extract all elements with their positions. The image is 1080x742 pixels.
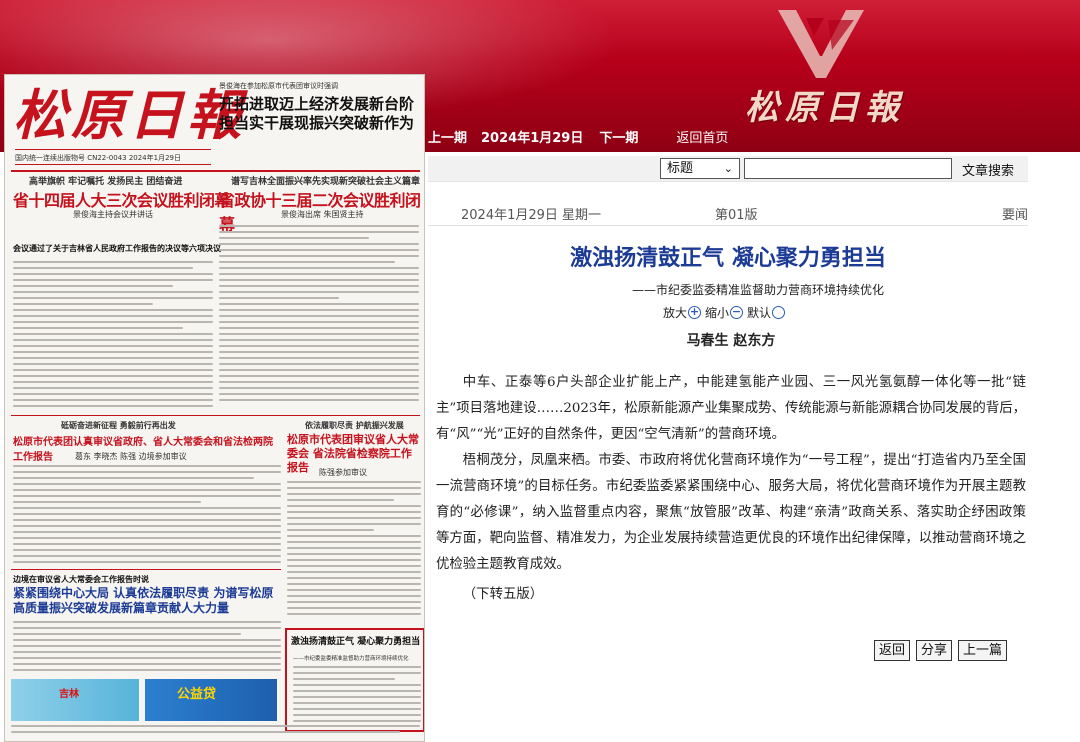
prev-article-button[interactable]: 上一篇 [958, 640, 1008, 661]
font-size-controls: 放大 + 缩小 − 默认 [663, 304, 786, 321]
paper-ad-1-text: 吉林 [59, 689, 79, 700]
search-input[interactable] [744, 158, 952, 179]
article-paragraph: 梧桐茂分，凤凰来栖。市委、市政府将优化营商环境作为“一号工程”，提出“打造省内乃… [436, 453, 1026, 572]
article-continued-note: （下转五版） [462, 587, 544, 602]
paper-left-kicker: 高举旗帜 牢记嘱托 发扬民主 团结奋进 [29, 177, 183, 187]
article-subtitle: ——市纪委监委精准监督助力营商环境持续优化 [631, 283, 884, 297]
paper-top-headline[interactable]: 开拓进取迈上经济发展新台阶 担当实干展现振兴突破新作为 [219, 95, 424, 133]
paper-divider [11, 415, 420, 416]
home-link[interactable]: 返回首页 [676, 127, 728, 146]
paper-text-col-3 [13, 465, 281, 565]
paper-mid-sub-1: 葛东 李晓杰 陈强 边境参加审议 [75, 452, 187, 461]
article-authors: 马春生 赵东方 [686, 333, 776, 349]
meta-date: 2024年1月29日 星期一 [461, 208, 602, 223]
paper-right-sub: 景俊海出席 朱国贤主持 [281, 210, 364, 219]
meta-page[interactable]: 第01版 [715, 204, 758, 223]
paper-mid-sub-2: 陈强参加审议 [319, 468, 367, 477]
minus-circle-icon[interactable]: − [730, 306, 744, 319]
zoom-in-button[interactable]: 放大 [663, 304, 687, 321]
newspaper-logo-icon [778, 10, 864, 78]
paper-ad-1[interactable]: 吉林 [11, 679, 139, 721]
article-title: 激浊扬清鼓正气 凝心聚力勇担当 [570, 246, 886, 271]
paper-ad-2-text: 公益贷 [177, 687, 217, 702]
paper-top-kicker: 景俊海在参加松原市代表团审议时强调 [219, 82, 338, 90]
issue-nav: 上一期 2024年1月29日 下一期 返回首页 [428, 124, 742, 148]
zoom-default-button[interactable]: 默认 [747, 304, 771, 321]
paper-box-title: 激浊扬清鼓正气 凝心聚力勇担当 [291, 637, 421, 647]
banner-logo-title: 松原日報 [745, 88, 905, 128]
paper-mid-kicker-1: 砥砺奋进新征程 勇毅前行再出发 [61, 421, 176, 430]
search-bar: 标题 ⌄ 文章搜索 [428, 156, 1028, 182]
back-button[interactable]: 返回 [874, 640, 911, 661]
paper-masthead: 松原日報 [13, 83, 245, 147]
next-issue-link[interactable]: 下一期 [599, 127, 638, 146]
issue-date: 2024年1月29日 [481, 130, 584, 146]
newspaper-page-image[interactable]: 松原日報 国内统一连续出版物号 CN22-0043 2024年1月29日 景俊海… [4, 74, 425, 742]
share-button[interactable]: 分享 [916, 640, 953, 661]
meta-section: 要闻 [1001, 208, 1028, 223]
paper-text-col-5 [13, 621, 281, 677]
paper-text-col-2 [219, 225, 419, 411]
paper-low-headline[interactable]: 紧紧围绕中心大局 认真依法履职尽责 为谱写松原高质量振兴突破发展新篇章贡献人大力… [13, 586, 281, 616]
paper-divider [11, 170, 420, 172]
prev-issue-link[interactable]: 上一期 [428, 127, 467, 146]
paper-low-kicker: 边境在审议省人大常委会工作报告时说 [13, 575, 149, 584]
paper-box-text [293, 666, 421, 728]
plus-circle-icon[interactable]: + [688, 306, 702, 319]
article-meta-row: 2024年1月29日 星期一 第01版 要闻 [428, 204, 1028, 226]
paper-mid-kicker-2: 依法履职尽责 护航振兴发展 [305, 421, 404, 430]
paper-box-sub: ——市纪委监委精准监督助力营商环境持续优化 [293, 656, 409, 662]
search-button[interactable]: 文章搜索 [962, 160, 1014, 179]
article-body: 中车、正泰等6户头部企业扩能上产，中能建氢能产业园、三一风光氢氨醇一体化等一批“… [436, 370, 1026, 608]
zoom-out-button[interactable]: 缩小 [705, 304, 729, 321]
paper-left-line: 会议通过了关于吉林省人民政府工作报告的决议等六项决议 [13, 244, 221, 253]
paper-current-article-highlight[interactable]: 激浊扬清鼓正气 凝心聚力勇担当 ——市纪委监委精准监督助力营商环境持续优化 [285, 628, 424, 732]
search-field-value: 标题 [667, 161, 694, 176]
search-field-select[interactable]: 标题 ⌄ [660, 158, 740, 179]
chevron-down-icon: ⌄ [723, 162, 733, 175]
banner-shine [0, 0, 1080, 60]
paper-right-kicker: 谱写吉林全面振兴率先实现新突破社会主义篇章 [231, 177, 421, 187]
paper-left-headline[interactable]: 省十四届人大三次会议胜利闭幕 [13, 187, 231, 211]
paper-ad-2[interactable]: 公益贷 [145, 679, 277, 721]
article-paragraph: 中车、正泰等6户头部企业扩能上产，中能建氢能产业园、三一风光氢氨醇一体化等一批“… [436, 375, 1026, 442]
paper-divider [11, 569, 281, 570]
paper-footer-text [11, 725, 420, 739]
paper-masthead-info: 国内统一连续出版物号 CN22-0043 2024年1月29日 [15, 149, 211, 165]
reset-circle-icon[interactable] [772, 306, 786, 319]
paper-left-sub: 景俊海主持会议并讲话 [73, 210, 153, 219]
paper-text-col-4 [287, 481, 421, 621]
paper-text-col-1 [13, 261, 213, 411]
article-actions: 返回 分享 上一篇 [874, 640, 1013, 661]
